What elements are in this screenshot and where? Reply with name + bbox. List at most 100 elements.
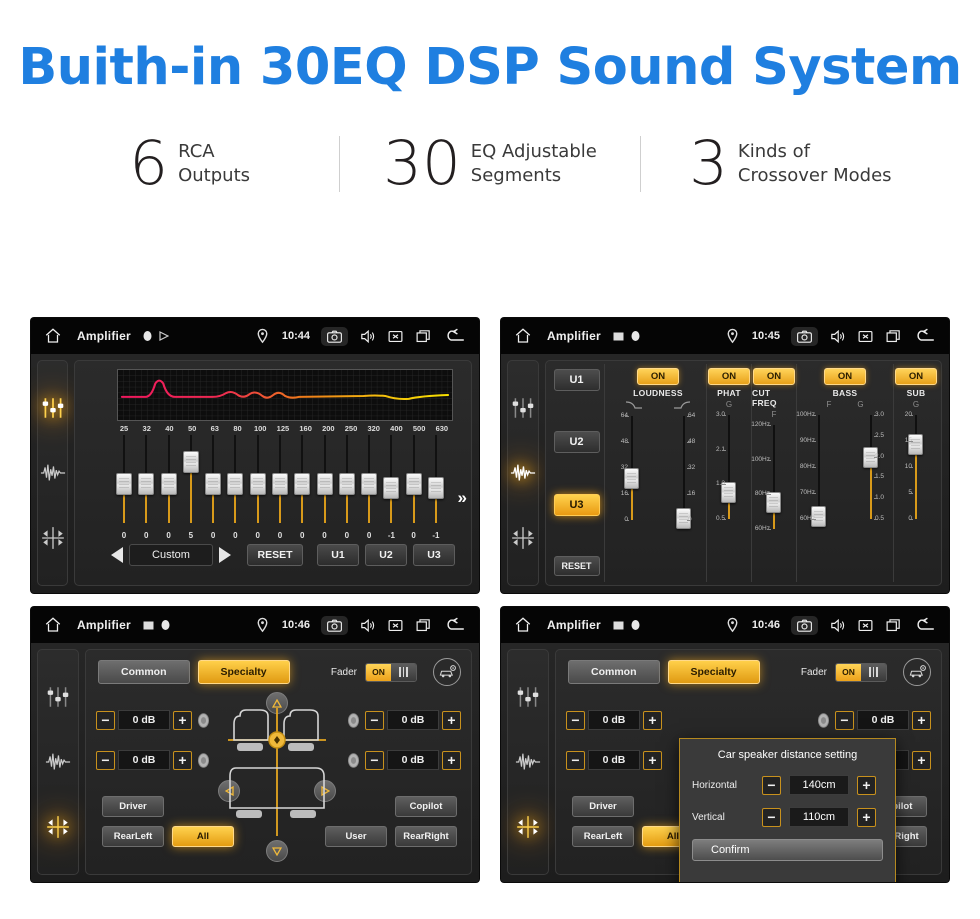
vertical-decrease-button[interactable]: − [762,807,781,827]
camera-button[interactable] [791,326,818,346]
camera-button[interactable] [321,326,348,346]
effect-slider[interactable]: 644832160 [662,412,706,529]
increase-button[interactable]: + [643,750,662,770]
eq-band-slider[interactable] [135,435,157,531]
tab-specialty[interactable]: Specialty [197,660,290,684]
recent-apps-icon[interactable] [885,328,902,345]
effect-sliders[interactable]: 3.0 2.1 1.3 0.5 [707,411,751,582]
mute-box-icon[interactable] [387,617,404,634]
decrease-button[interactable]: − [365,710,384,730]
speaker-icon[interactable] [359,328,376,345]
effect-slider[interactable]: 3.0 2.5 2.0 1.5 1.0 0.5 [849,411,893,523]
seat-copilot-button[interactable]: Copilot [395,796,457,817]
preset-u2-button[interactable]: U2 [365,544,407,566]
eq-band-slider[interactable] [336,435,358,531]
balance-fader-icon[interactable] [515,814,541,840]
eq-band-slider[interactable] [358,435,380,531]
home-icon[interactable] [513,327,533,345]
eq-band-slider[interactable] [113,435,135,531]
effect-sliders[interactable]: 644832160644832160 [610,412,706,582]
seat-rearleft-button[interactable]: RearLeft [572,826,634,847]
equalizer-sliders-icon[interactable] [40,395,66,421]
effect-slider[interactable]: 100Hz 90Hz 80Hz 70Hz 60Hz [796,411,841,527]
fader-toggle[interactable]: ON [835,662,887,682]
toggle-phat[interactable]: ON [707,368,751,385]
equalizer-sliders-icon[interactable] [45,684,71,710]
eq-band-slider[interactable] [247,435,269,531]
confirm-button[interactable]: Confirm [692,839,883,861]
eq-band-slider[interactable] [380,435,402,531]
eq-band-slider[interactable] [224,435,246,531]
increase-button[interactable]: + [173,710,192,730]
car-speaker-setting-icon[interactable] [903,658,931,686]
eq-band-slider[interactable] [425,435,447,531]
increase-button[interactable]: + [442,710,461,730]
mute-box-icon[interactable] [857,328,874,345]
camera-button[interactable] [791,615,818,635]
toggle-cut-freq[interactable]: ON [752,368,796,385]
waveform-icon[interactable] [510,460,536,486]
preset-u3-button[interactable]: U3 [413,544,455,566]
preset-u3-button[interactable]: U3 [553,493,600,516]
seat-rearleft-button[interactable]: RearLeft [102,826,164,847]
eq-band-slider[interactable] [158,435,180,531]
decrease-button[interactable]: − [566,710,585,730]
effect-slider[interactable]: 3.0 2.1 1.3 0.5 [707,411,751,523]
mute-box-icon[interactable] [387,328,404,345]
horizontal-decrease-button[interactable]: − [762,775,781,795]
waveform-icon[interactable] [40,460,66,486]
toggle-bass[interactable]: ON [823,368,867,385]
seat-rearright-button[interactable]: RearRight [395,826,457,847]
effect-slider[interactable]: 644832160 [610,412,654,524]
eq-band-slider[interactable] [291,435,313,531]
preset-u2-button[interactable]: U2 [553,431,600,454]
toggle-loudness[interactable]: ON [636,368,680,385]
vertical-increase-button[interactable]: + [857,807,876,827]
home-icon[interactable] [513,616,533,634]
effect-sliders[interactable]: 100Hz 90Hz 80Hz 70Hz 60Hz 3.0 2.5 2.0 1.5 1.0 0.5 [796,411,893,582]
tab-common[interactable]: Common [98,660,190,684]
speaker-icon[interactable] [829,617,846,634]
balance-fader-icon[interactable] [45,814,71,840]
effect-slider[interactable]: 120Hz 100Hz 80Hz 60Hz [751,421,796,533]
decrease-button[interactable]: − [96,750,115,770]
car-speaker-setting-icon[interactable] [433,658,461,686]
preset-u1-button[interactable]: U1 [553,369,600,391]
eq-band-slider[interactable] [202,435,224,531]
decrease-button[interactable]: − [365,750,384,770]
preset-u1-button[interactable]: U1 [317,544,359,566]
back-arrow-icon[interactable] [913,617,937,633]
home-icon[interactable] [43,616,63,634]
increase-button[interactable]: + [643,710,662,730]
tab-common[interactable]: Common [568,660,660,684]
reset-button[interactable]: RESET [553,555,600,576]
horizontal-increase-button[interactable]: + [857,775,876,795]
increase-button[interactable]: + [912,750,931,770]
recent-apps-icon[interactable] [415,328,432,345]
next-preset-button[interactable] [219,547,231,563]
increase-button[interactable]: + [442,750,461,770]
recent-apps-icon[interactable] [885,617,902,634]
seat-driver-button[interactable]: Driver [102,796,164,817]
balance-fader-icon[interactable] [510,525,536,551]
waveform-icon[interactable] [515,749,541,775]
tab-specialty[interactable]: Specialty [667,660,760,684]
eq-band-slider[interactable] [314,435,336,531]
camera-button[interactable] [321,615,348,635]
home-icon[interactable] [43,327,63,345]
effect-sliders[interactable]: 20151050 [894,411,938,582]
seat-driver-button[interactable]: Driver [572,796,634,817]
effect-sliders[interactable]: 120Hz 100Hz 80Hz 60Hz [751,421,796,582]
back-arrow-icon[interactable] [443,328,467,344]
back-arrow-icon[interactable] [443,617,467,633]
eq-band-slider[interactable] [180,435,202,531]
fader-toggle[interactable]: ON [365,662,417,682]
increase-button[interactable]: + [912,710,931,730]
decrease-button[interactable]: − [96,710,115,730]
speaker-icon[interactable] [829,328,846,345]
more-bands-button[interactable]: » [458,489,467,506]
eq-band-slider[interactable] [269,435,291,531]
decrease-button[interactable]: − [566,750,585,770]
recent-apps-icon[interactable] [415,617,432,634]
eq-sliders[interactable] [113,435,447,531]
